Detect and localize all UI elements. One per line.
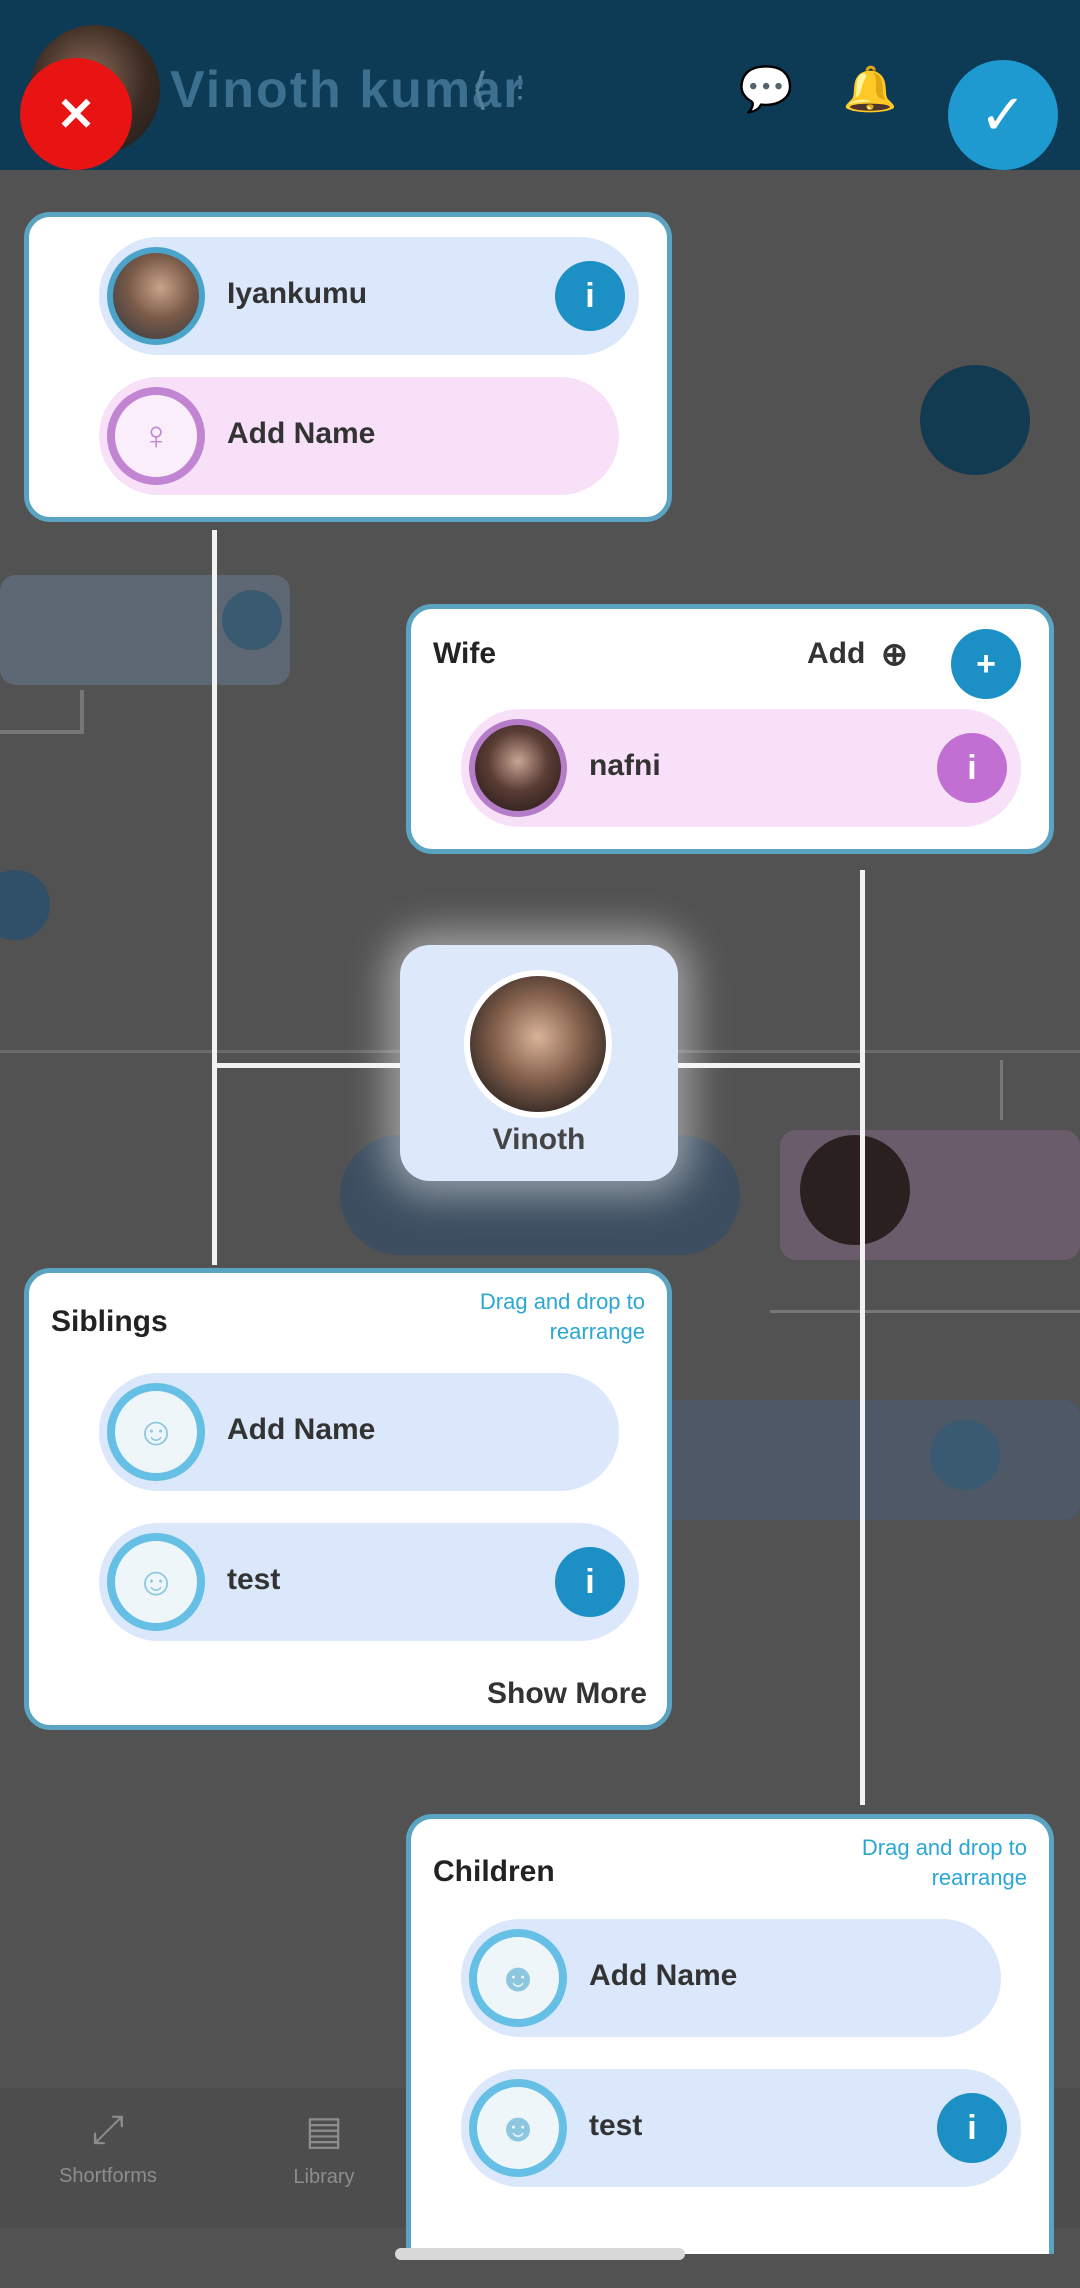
list-item[interactable]: nafni i	[461, 709, 1021, 827]
card-title: Children	[433, 1855, 555, 1888]
placeholder-avatar-icon: ☺	[107, 1383, 205, 1481]
card-title: Siblings	[51, 1305, 168, 1338]
card-title: Wife	[433, 637, 497, 670]
info-icon[interactable]: i	[937, 2093, 1007, 2163]
app-header: Vinoth kumar ⟨ ⋮ 💬 🔔	[0, 0, 1080, 170]
list-item[interactable]: ☺ test i	[99, 1523, 639, 1641]
download-icon[interactable]	[920, 365, 1030, 475]
share-dots: ⋮	[505, 71, 535, 104]
member-name: test	[589, 2109, 643, 2142]
family-tree-screen: Vinoth kumar ⟨ ⋮ 💬 🔔 Iyankumu i ♀ Add Na…	[0, 0, 1080, 2288]
nav-item-library[interactable]: ▤ Library	[244, 2108, 404, 2189]
bg-connector	[80, 690, 84, 734]
member-name: Add Name	[589, 1959, 738, 1992]
info-icon[interactable]: i	[555, 1547, 625, 1617]
placeholder-avatar-icon: ☺	[107, 1533, 205, 1631]
list-item[interactable]: ☻ test i	[461, 2069, 1021, 2187]
nav-item-shortforms[interactable]: ⤢ Shortforms	[28, 2108, 188, 2188]
bg-connector	[770, 1310, 1080, 1313]
bell-icon[interactable]: 🔔	[840, 60, 900, 120]
wand-icon: ⤢	[92, 2108, 124, 2152]
drag-hint: Drag and drop to rearrange	[479, 1289, 645, 1344]
placeholder-avatar-icon: ☻	[469, 2079, 567, 2177]
siblings-card: Siblings Drag and drop to rearrange ☺ Ad…	[24, 1268, 672, 1730]
info-icon[interactable]: +	[951, 629, 1021, 699]
member-name: nafni	[589, 749, 661, 782]
children-card: Children Drag and drop to rearrange ☻ Ad…	[406, 1814, 1054, 2254]
drag-hint: Drag and drop to rearrange	[861, 1835, 1027, 1890]
show-more-link[interactable]: Show More	[487, 1677, 647, 1711]
connector-right	[860, 870, 865, 1805]
library-icon: ▤	[305, 2109, 343, 2153]
member-photo	[469, 719, 567, 817]
bg-connector	[0, 730, 80, 734]
connector-to-focus-right	[678, 1063, 863, 1068]
parents-card: Iyankumu i ♀ Add Name	[24, 212, 672, 522]
add-link[interactable]: Add	[807, 637, 865, 671]
placeholder-avatar-icon: ♀	[107, 387, 205, 485]
member-name: Add Name	[227, 1413, 376, 1446]
close-icon[interactable]: ✕	[20, 58, 132, 170]
list-item[interactable]: ☺ Add Name	[99, 1373, 619, 1491]
info-icon[interactable]: i	[555, 261, 625, 331]
focus-person-name: Vinoth	[492, 1123, 586, 1156]
placeholder-avatar-icon: ☻	[469, 1929, 567, 2027]
nav-label: Shortforms	[59, 2165, 157, 2187]
chat-icon[interactable]: 💬	[736, 60, 796, 120]
connector-left	[212, 530, 217, 1265]
member-name: Add Name	[227, 417, 376, 450]
add-icon[interactable]: ⊕	[881, 635, 908, 673]
bg-node-action	[930, 1420, 1000, 1490]
bg-node-action	[0, 870, 50, 940]
list-item[interactable]: ☻ Add Name	[461, 1919, 1001, 2037]
list-item[interactable]: Iyankumu i	[99, 237, 639, 355]
member-name: test	[227, 1563, 281, 1596]
focus-person-photo	[464, 970, 612, 1118]
focus-person-card[interactable]: Vinoth	[400, 945, 678, 1181]
check-icon[interactable]: ✓	[948, 60, 1058, 170]
bg-node-action	[222, 590, 282, 650]
member-name: Iyankumu	[227, 277, 368, 310]
member-photo	[107, 247, 205, 345]
info-icon[interactable]: i	[937, 733, 1007, 803]
nav-label: Library	[293, 2166, 355, 2188]
connector-to-focus-left	[212, 1063, 402, 1068]
bg-avatar	[800, 1135, 910, 1245]
list-item[interactable]: ♀ Add Name	[99, 377, 619, 495]
wife-card: Wife Add ⊕ + nafni i	[406, 604, 1054, 854]
home-indicator	[395, 2248, 685, 2260]
bg-connector	[1000, 1060, 1003, 1120]
